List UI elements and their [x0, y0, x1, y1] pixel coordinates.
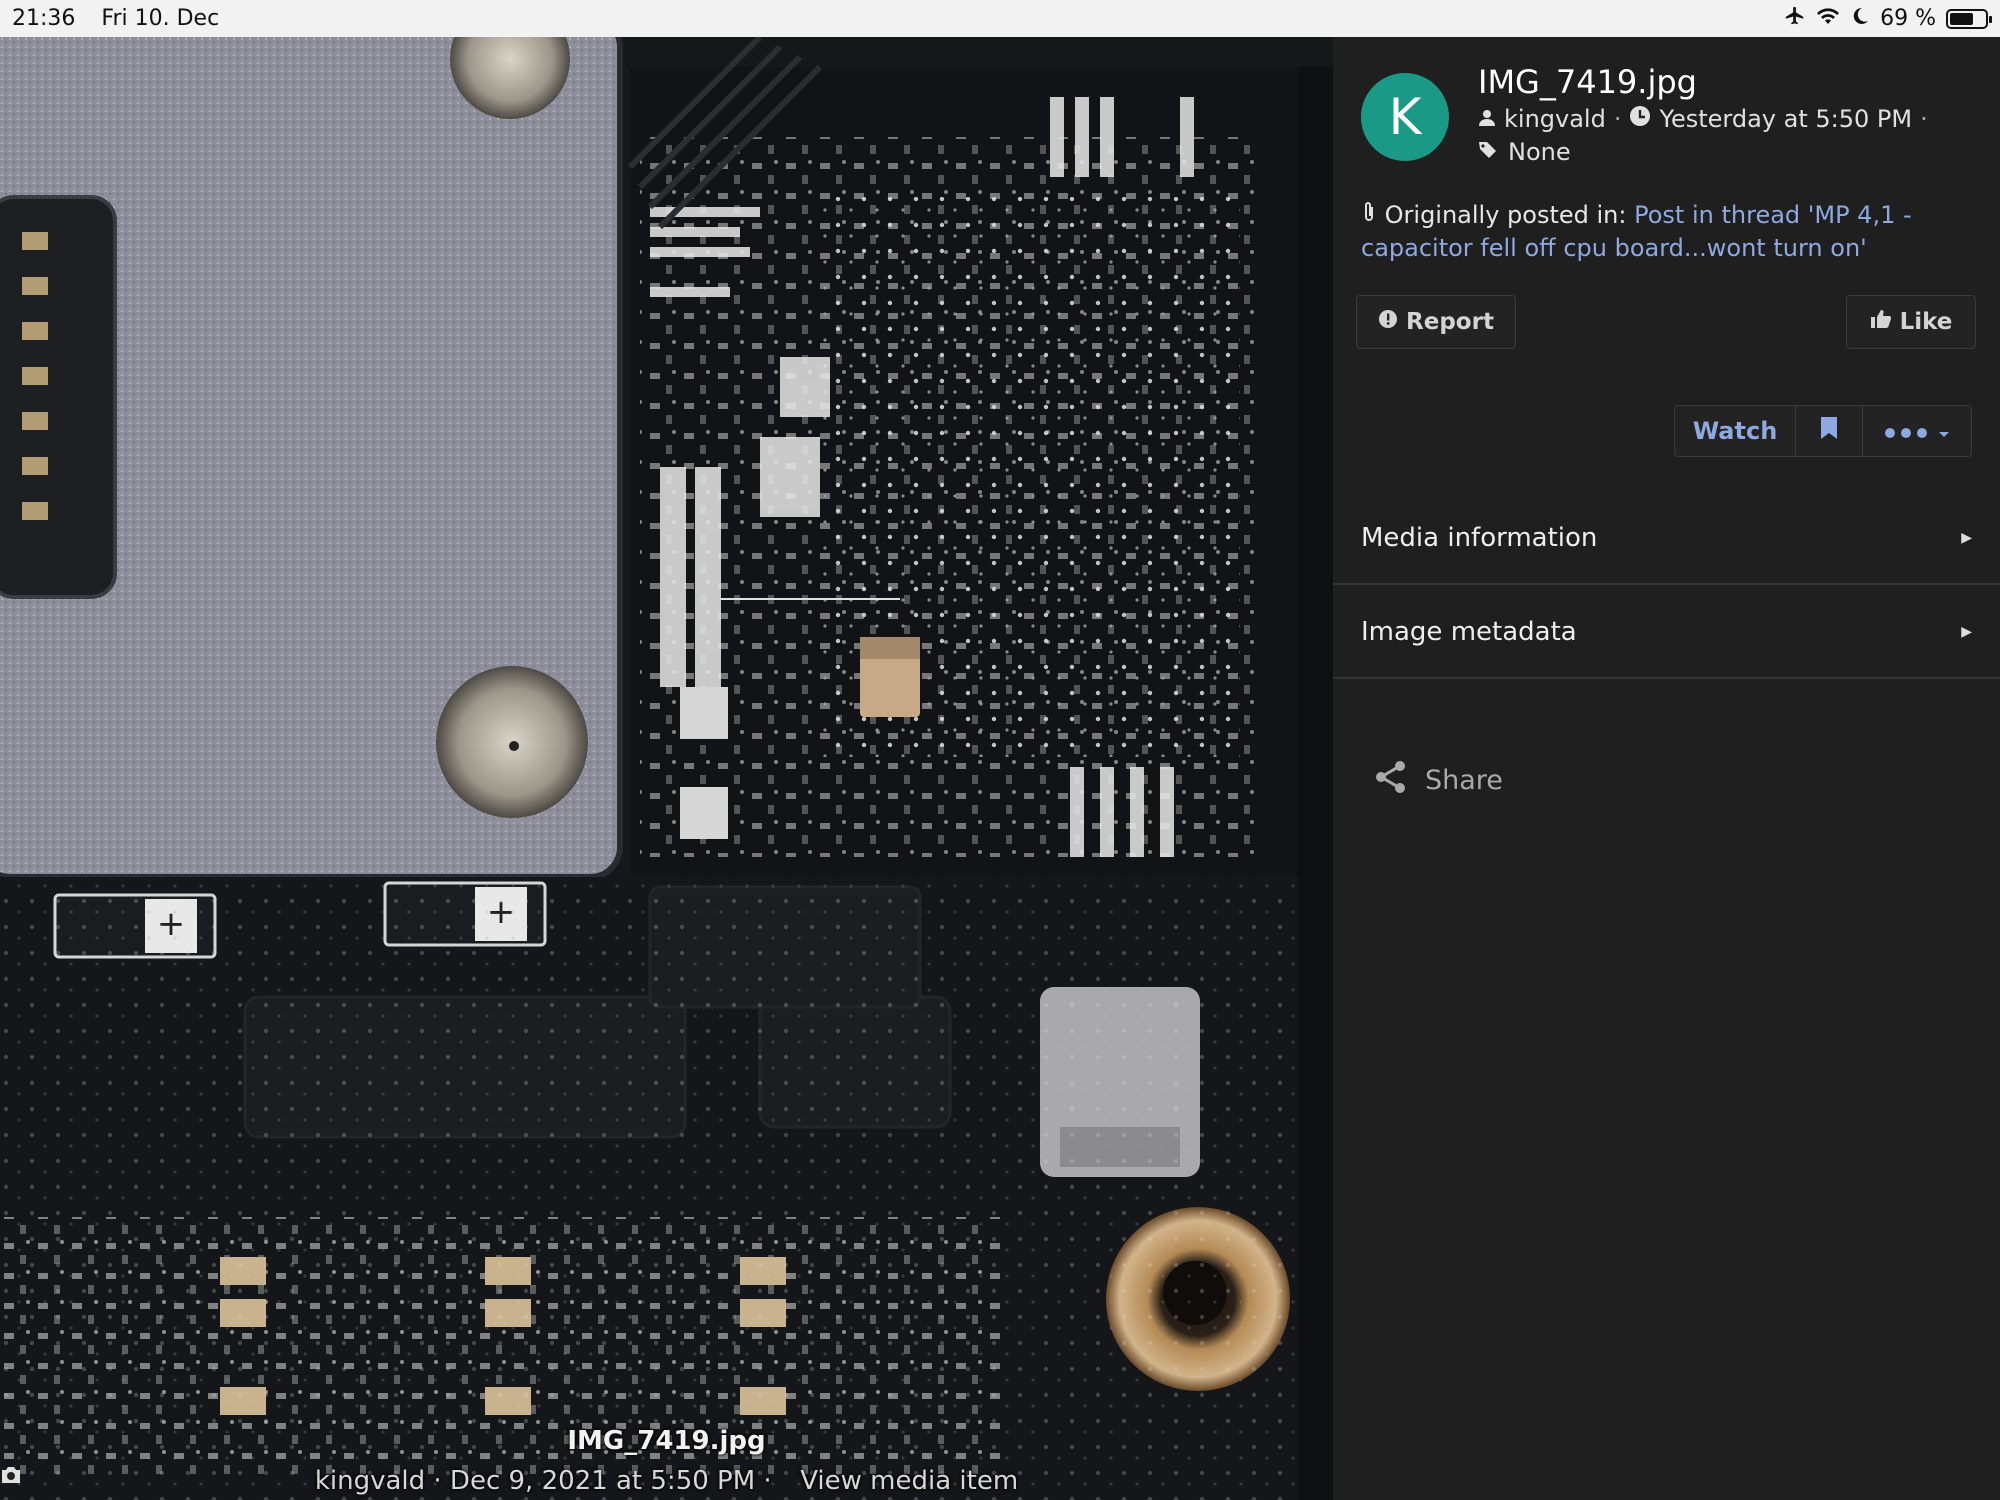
like-button[interactable]: Like: [1846, 295, 1976, 349]
separator: ·: [763, 1466, 772, 1496]
media-title: IMG_7419.jpg: [1478, 63, 1697, 101]
user-icon: [1478, 105, 1496, 133]
separator: ·: [433, 1466, 442, 1496]
status-time: 21:36: [12, 6, 76, 31]
media-time: Yesterday at 5:50 PM: [1659, 105, 1913, 133]
photo-date: Dec 9, 2021 at 5:50 PM: [449, 1466, 756, 1496]
clock-icon: [1629, 105, 1651, 133]
ellipsis-icon: [1884, 417, 1930, 445]
caret-right-icon: ▶: [1961, 530, 1972, 546]
media-user[interactable]: kingvald: [1504, 105, 1606, 133]
caret-right-icon: ▶: [1961, 624, 1972, 640]
share-icon: [1373, 759, 1409, 802]
avatar[interactable]: K: [1361, 73, 1449, 161]
photo-meta: kingvald · Dec 9, 2021 at 5:50 PM · View…: [0, 1466, 1333, 1496]
report-button[interactable]: Report: [1356, 295, 1516, 349]
airplane-icon: [1784, 5, 1806, 33]
bookmark-button[interactable]: [1796, 406, 1863, 456]
section-label: Image metadata: [1361, 617, 1577, 647]
tags-icon: [1478, 138, 1500, 166]
separator: ·: [1920, 105, 1928, 133]
circuit-board-image: + +: [0, 37, 1333, 1500]
like-label: Like: [1899, 309, 1953, 335]
media-meta-line: kingvald · Yesterday at 5:50 PM ·: [1478, 105, 1928, 133]
report-label: Report: [1406, 309, 1494, 335]
posted-label: Originally posted in:: [1384, 201, 1627, 229]
wifi-icon: [1816, 6, 1840, 32]
status-bar: 21:36 Fri 10. Dec 69 %: [0, 0, 2000, 37]
paperclip-icon: [1361, 201, 1385, 229]
thumbs-up-icon: [1870, 309, 1892, 335]
image-metadata-section[interactable]: Image metadata ▶: [1333, 587, 2000, 679]
view-media-item-link[interactable]: View media item: [800, 1466, 1018, 1496]
separator: ·: [1613, 105, 1622, 133]
thread-actions: Watch: [1674, 405, 1972, 457]
alert-icon: [1378, 309, 1398, 335]
photo-author[interactable]: kingvald: [315, 1466, 425, 1496]
bookmark-icon: [1820, 416, 1838, 446]
media-photo[interactable]: + + IMG_7419.jpg kingvald · Dec 9, 2021 …: [0, 37, 1333, 1500]
more-options-button[interactable]: [1863, 406, 1971, 456]
media-info-panel: K IMG_7419.jpg kingvald · Yesterday at 5…: [1333, 37, 2000, 1500]
section-label: Media information: [1361, 523, 1598, 553]
battery-level: [1950, 12, 1973, 25]
media-tags: None: [1508, 138, 1571, 166]
caret-down-icon: [1938, 417, 1950, 445]
share-button[interactable]: Share: [1373, 759, 1503, 802]
media-information-section[interactable]: Media information ▶: [1333, 493, 2000, 585]
media-tags-line: None: [1478, 138, 1571, 166]
photo-title: IMG_7419.jpg: [567, 1426, 766, 1456]
originally-posted-in: Originally posted in: Post in thread 'MP…: [1361, 199, 1971, 265]
moon-icon: [1850, 6, 1870, 32]
status-date: Fri 10. Dec: [101, 6, 220, 31]
battery-icon: [1946, 8, 1992, 29]
battery-percent: 69 %: [1880, 6, 1936, 31]
share-label: Share: [1425, 765, 1503, 796]
watch-button[interactable]: Watch: [1675, 406, 1796, 456]
